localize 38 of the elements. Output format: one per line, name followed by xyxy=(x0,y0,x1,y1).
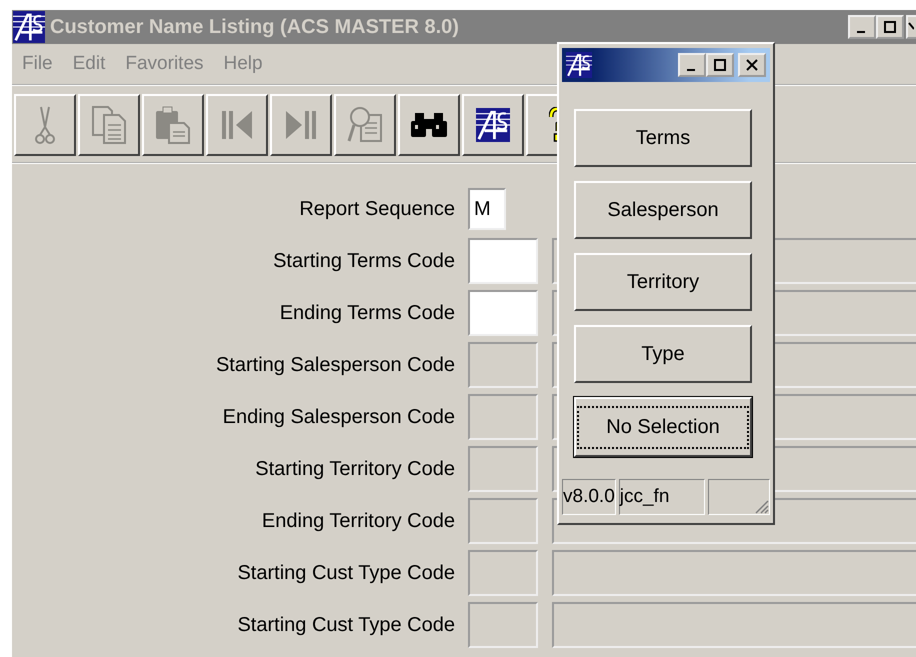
clipboard-icon xyxy=(154,105,192,145)
maximize-button[interactable] xyxy=(706,53,734,77)
option-button[interactable]: Type xyxy=(574,325,752,383)
toolbar-button[interactable] xyxy=(398,94,460,156)
field-label: Starting Territory Code xyxy=(254,458,455,480)
field-label: Report Sequence xyxy=(298,198,455,220)
maximize-icon xyxy=(714,59,726,71)
field-label: Starting Cust Type Code xyxy=(236,614,455,636)
minimize-button[interactable] xyxy=(678,53,706,77)
field-label: Ending Territory Code xyxy=(260,510,455,532)
field-label: Starting Cust Type Code xyxy=(236,562,455,584)
document-search-icon xyxy=(347,105,383,145)
status-panel: jcc_fn xyxy=(618,479,705,515)
field-label: Ending Salesperson Code xyxy=(222,406,455,428)
binoculars-icon xyxy=(411,111,447,139)
toolbar-button[interactable] xyxy=(462,94,524,156)
status-panel: v8.0.0 xyxy=(562,479,616,515)
field-label: Starting Salesperson Code xyxy=(214,354,455,376)
option-button[interactable]: Territory xyxy=(574,253,752,311)
window-title: Customer Name Listing (ACS MASTER 8.0) xyxy=(50,16,460,38)
input-field[interactable] xyxy=(468,238,538,284)
copy-icon xyxy=(90,105,128,145)
option-button[interactable]: Terms xyxy=(574,109,752,167)
logo-icon xyxy=(566,51,592,79)
option-button[interactable]: No Selection xyxy=(574,397,752,457)
minimize-icon xyxy=(856,30,864,32)
maximize-icon xyxy=(884,21,896,33)
input-field[interactable]: M xyxy=(468,188,506,230)
logo-icon xyxy=(475,108,511,142)
input-field[interactable] xyxy=(468,290,538,336)
field-label: Starting Terms Code xyxy=(272,250,455,272)
resize-grip-icon xyxy=(708,479,770,515)
logo-icon xyxy=(12,11,46,43)
close-button[interactable] xyxy=(738,53,766,77)
minimize-icon xyxy=(686,68,694,70)
option-button[interactable]: Salesperson xyxy=(574,181,752,239)
scissors-icon xyxy=(35,105,55,145)
field-label: Ending Terms Code xyxy=(278,302,455,324)
